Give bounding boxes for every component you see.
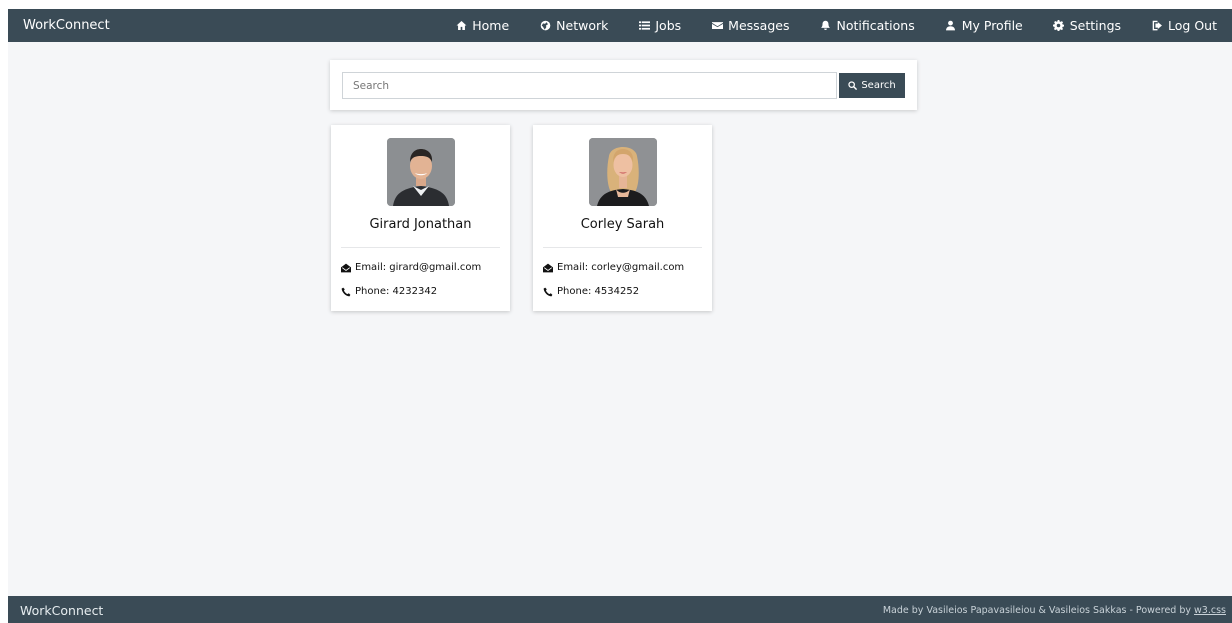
- globe-icon: [539, 20, 551, 32]
- footer-credits: Made by Vasileios Papavasileiou & Vasile…: [883, 605, 1226, 616]
- nav-item-log-out[interactable]: Log Out: [1136, 9, 1232, 42]
- nav-item-home[interactable]: Home: [440, 9, 524, 42]
- user-icon: [945, 20, 957, 32]
- w3css-link[interactable]: w3.css: [1194, 605, 1226, 616]
- user-phone: Phone: 4232342: [341, 286, 437, 297]
- search-button-label: Search: [861, 80, 896, 91]
- envelope-open-icon: [543, 263, 554, 273]
- footer-credits-text: Made by Vasileios Papavasileiou & Vasile…: [882, 605, 1195, 616]
- avatar-photo: [387, 138, 455, 206]
- search-button[interactable]: Search: [839, 73, 905, 98]
- nav-item-label: Settings: [1069, 18, 1122, 33]
- nav-menu: Home Network Jobs Messages Notifications…: [440, 9, 1232, 42]
- envelope-open-icon: [341, 263, 352, 273]
- user-card[interactable]: Corley Sarah Email: corley@gmail.com Pho…: [533, 125, 712, 311]
- user-phone-text: Phone: 4534252: [557, 286, 640, 297]
- nav-item-my-profile[interactable]: My Profile: [930, 9, 1038, 42]
- bell-icon: [819, 20, 831, 32]
- home-icon: [455, 20, 467, 32]
- user-email-text: Email: corley@gmail.com: [557, 262, 685, 273]
- footer-brand: WorkConnect: [20, 603, 104, 618]
- nav-item-label: Jobs: [655, 18, 682, 33]
- divider: [341, 247, 500, 248]
- user-email: Email: girard@gmail.com: [341, 262, 481, 273]
- footer: WorkConnect Made by Vasileios Papavasile…: [8, 596, 1232, 623]
- user-card[interactable]: Girard Jonathan Email: girard@gmail.com …: [331, 125, 510, 311]
- nav-item-label: My Profile: [961, 18, 1023, 33]
- nav-item-label: Notifications: [836, 18, 915, 33]
- user-email-text: Email: girard@gmail.com: [355, 262, 482, 273]
- nav-item-label: Messages: [728, 18, 790, 33]
- user-phone-text: Phone: 4232342: [355, 286, 438, 297]
- divider: [543, 247, 702, 248]
- phone-icon: [341, 287, 352, 297]
- logout-icon: [1151, 20, 1163, 32]
- nav-item-label: Log Out: [1168, 18, 1217, 33]
- brand-logo[interactable]: WorkConnect: [23, 18, 110, 33]
- nav-item-label: Home: [472, 18, 510, 33]
- page: WorkConnect Home Network Jobs Messages N…: [8, 9, 1232, 623]
- user-name[interactable]: Girard Jonathan: [331, 217, 510, 232]
- gear-icon: [1053, 20, 1065, 32]
- user-email: Email: corley@gmail.com: [543, 262, 684, 273]
- avatar[interactable]: [589, 138, 657, 206]
- nav-item-messages[interactable]: Messages: [696, 9, 804, 42]
- user-phone: Phone: 4534252: [543, 286, 639, 297]
- nav-item-label: Network: [556, 18, 609, 33]
- nav-item-notifications[interactable]: Notifications: [804, 9, 929, 42]
- nav-item-jobs[interactable]: Jobs: [623, 9, 696, 42]
- list-icon: [638, 20, 650, 32]
- avatar[interactable]: [387, 138, 455, 206]
- nav-item-network[interactable]: Network: [524, 9, 623, 42]
- search-panel: Search: [330, 60, 917, 110]
- phone-icon: [543, 287, 554, 297]
- avatar-photo: [589, 138, 657, 206]
- user-name[interactable]: Corley Sarah: [533, 217, 712, 232]
- search-icon: [848, 81, 858, 90]
- nav-item-settings[interactable]: Settings: [1038, 9, 1136, 42]
- search-input[interactable]: [342, 72, 837, 99]
- envelope-icon: [711, 20, 723, 32]
- top-navbar: WorkConnect Home Network Jobs Messages N…: [8, 9, 1232, 42]
